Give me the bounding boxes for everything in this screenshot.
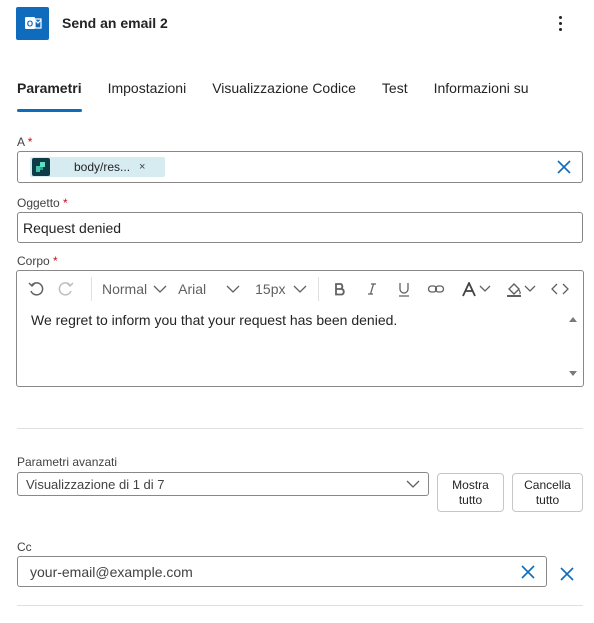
tab-test[interactable]: Test bbox=[382, 80, 408, 106]
clear-icon[interactable] bbox=[520, 564, 536, 580]
tab-parametri[interactable]: Parametri bbox=[17, 80, 82, 112]
token-label: body/res... bbox=[74, 160, 131, 174]
undo-icon[interactable] bbox=[27, 280, 45, 298]
more-vertical-icon[interactable] bbox=[550, 12, 570, 34]
dynamic-content-token[interactable]: body/res... × bbox=[30, 157, 165, 177]
paragraph-style-dropdown[interactable]: Normal bbox=[102, 281, 168, 297]
outlook-icon: O bbox=[16, 6, 49, 40]
section-divider bbox=[17, 605, 583, 606]
font-color-icon[interactable] bbox=[461, 281, 492, 297]
tab-bar: Parametri Impostazioni Visualizzazione C… bbox=[17, 80, 555, 112]
subject-field[interactable] bbox=[17, 212, 583, 243]
body-editor[interactable]: Normal Arial 15px We regret to inform yo… bbox=[16, 270, 584, 387]
clear-all-button[interactable]: Cancella tutto bbox=[512, 473, 583, 512]
tab-impostazioni[interactable]: Impostazioni bbox=[108, 80, 187, 106]
italic-icon[interactable] bbox=[365, 282, 379, 296]
tab-informazioni-su[interactable]: Informazioni su bbox=[434, 80, 529, 106]
editor-toolbar: Normal Arial 15px bbox=[17, 271, 583, 307]
redo-icon[interactable] bbox=[57, 280, 75, 298]
scroll-up-arrow[interactable] bbox=[569, 317, 577, 322]
subject-label: Oggetto * bbox=[17, 196, 68, 210]
toolbar-separator bbox=[91, 277, 92, 301]
svg-text:O: O bbox=[26, 20, 32, 29]
cc-field[interactable] bbox=[17, 556, 547, 587]
chevron-down-icon bbox=[524, 285, 535, 292]
tab-visualizzazione-codice[interactable]: Visualizzazione Codice bbox=[212, 80, 356, 106]
font-family-dropdown[interactable]: Arial bbox=[178, 281, 241, 297]
remove-parameter-icon[interactable] bbox=[559, 566, 575, 582]
to-field[interactable]: body/res... × bbox=[17, 151, 583, 183]
token-remove-icon[interactable]: × bbox=[139, 161, 145, 173]
underline-icon[interactable] bbox=[397, 282, 411, 297]
advanced-params-dropdown[interactable]: Visualizzazione di 1 di 7 bbox=[17, 472, 429, 496]
chevron-down-icon bbox=[479, 285, 490, 292]
body-text[interactable]: We regret to inform you that your reques… bbox=[31, 312, 397, 328]
card-header: O Send an email 2 bbox=[16, 6, 578, 40]
clear-icon[interactable] bbox=[556, 159, 572, 175]
advanced-params-label: Parametri avanzati bbox=[17, 455, 118, 469]
highlight-color-icon[interactable] bbox=[506, 281, 537, 297]
chevron-down-icon bbox=[293, 285, 306, 293]
action-title: Send an email 2 bbox=[62, 15, 168, 31]
body-label: Corpo * bbox=[17, 254, 58, 268]
dataverse-icon bbox=[32, 158, 50, 176]
font-size-dropdown[interactable]: 15px bbox=[255, 281, 307, 297]
link-icon[interactable] bbox=[427, 282, 445, 296]
chevron-down-icon bbox=[153, 285, 167, 293]
subject-input[interactable] bbox=[18, 213, 582, 242]
required-mark: * bbox=[27, 135, 33, 149]
section-divider bbox=[17, 428, 583, 429]
code-view-icon[interactable] bbox=[550, 282, 569, 296]
chevron-down-icon bbox=[406, 480, 420, 488]
cc-input[interactable] bbox=[18, 557, 508, 586]
required-mark: * bbox=[53, 254, 58, 268]
show-all-button[interactable]: Mostra tutto bbox=[437, 473, 504, 512]
toolbar-separator bbox=[317, 277, 319, 301]
chevron-down-icon bbox=[226, 285, 240, 293]
bold-icon[interactable] bbox=[333, 282, 347, 296]
required-mark: * bbox=[63, 196, 68, 210]
cc-label: Cc bbox=[17, 540, 32, 554]
to-label: A * bbox=[17, 135, 33, 149]
scroll-down-arrow[interactable] bbox=[569, 371, 577, 376]
